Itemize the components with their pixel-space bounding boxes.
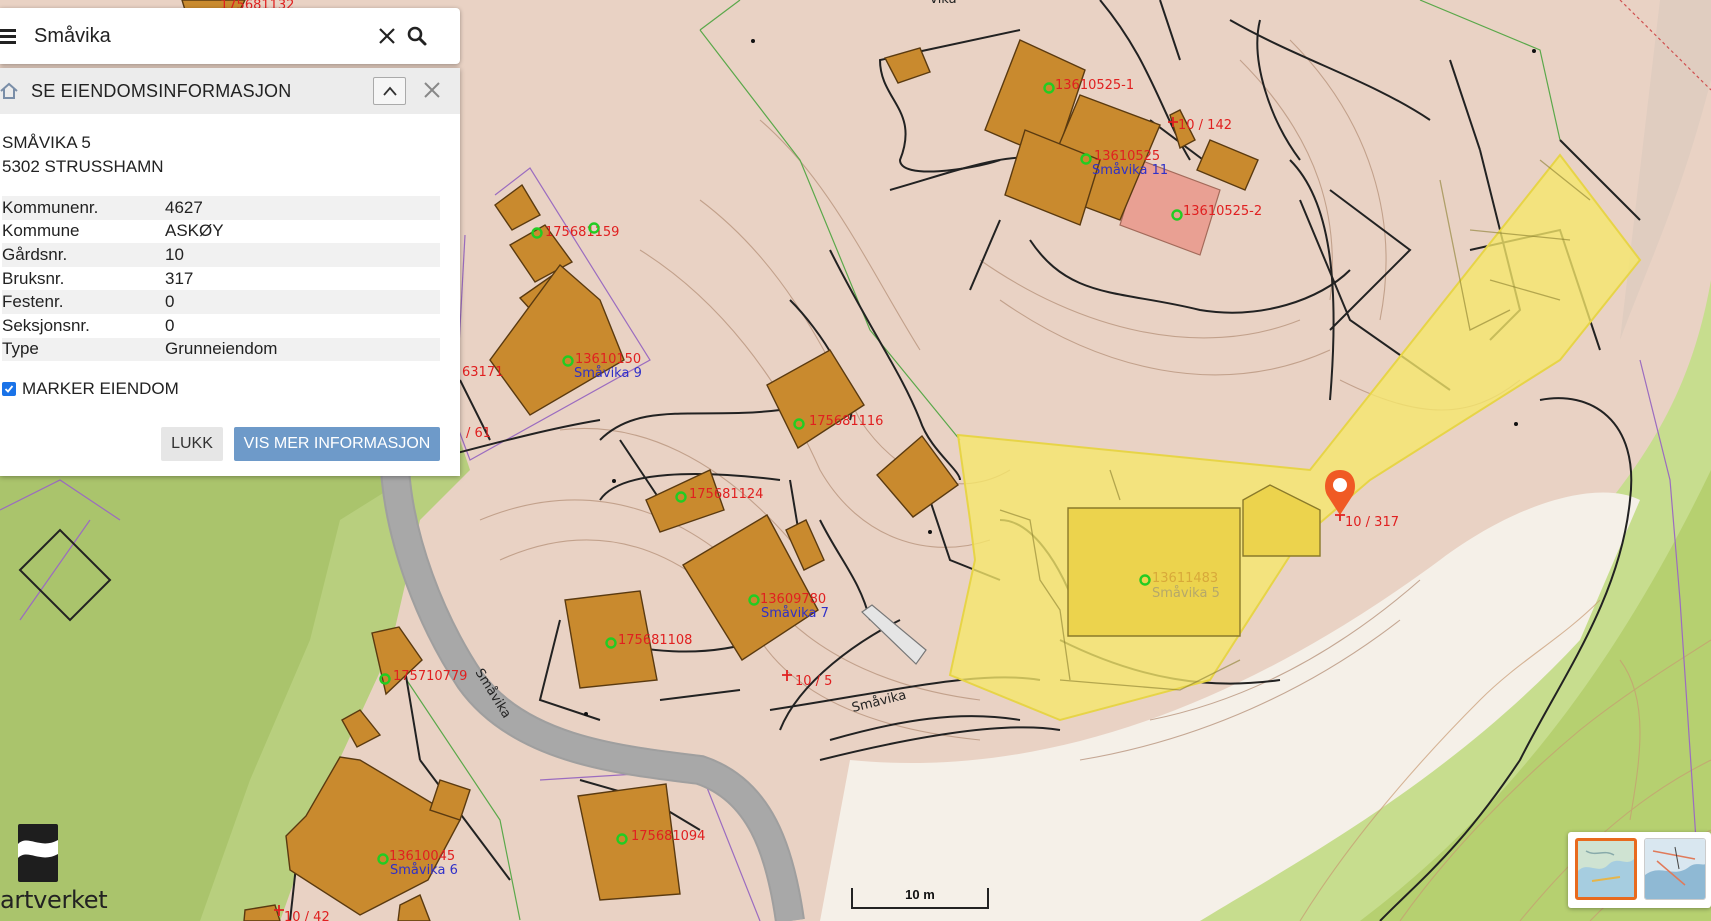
search-icon[interactable]	[402, 21, 432, 51]
map-label: 175681094	[631, 829, 705, 844]
panel-header: SE EIENDOMSINFORMASJON	[0, 68, 460, 114]
property-key: Seksjonsnr.	[2, 315, 90, 335]
map-label: Småvika 11	[1092, 163, 1168, 178]
property-value: 317	[165, 268, 194, 288]
close-button[interactable]: LUKK	[161, 427, 223, 461]
table-row: Festenr. 0	[2, 290, 440, 314]
property-value: 0	[165, 315, 175, 335]
property-value: ASKØY	[165, 221, 224, 241]
chevron-up-icon	[382, 86, 397, 96]
map-label: Småvika 6	[390, 863, 458, 878]
close-icon	[424, 82, 440, 98]
layer-thumb-aerial[interactable]	[1644, 838, 1706, 900]
home-icon	[0, 82, 18, 105]
map-label: 175681116	[809, 414, 883, 429]
map-label: 10 / 5	[795, 674, 832, 689]
address-line-1: SMÅVIKA 5	[2, 133, 91, 152]
search-bar	[0, 8, 460, 64]
property-key: Kommunenr.	[2, 196, 165, 220]
menu-icon[interactable]	[0, 28, 18, 44]
property-key: Gårdsnr.	[2, 243, 165, 267]
property-key: Festenr.	[2, 290, 165, 314]
table-row: Kommune ASKØY	[2, 220, 440, 244]
property-value: 10	[165, 243, 440, 267]
address-line-2: 5302 STRUSSHAMN	[2, 157, 164, 176]
property-table: Kommunenr. 4627 Kommune ASKØY Gårdsnr. 10 B…	[2, 196, 440, 362]
panel-title: SE EIENDOMSINFORMASJON	[31, 80, 292, 101]
map-label: Småvika 7	[761, 606, 829, 621]
layer-switcher	[1568, 832, 1711, 908]
property-info-panel: SE EIENDOMSINFORMASJON SMÅVIKA 5 5302 ST…	[0, 68, 460, 476]
layer-thumb-topo[interactable]	[1575, 838, 1637, 900]
map-label: 13610045	[389, 849, 455, 864]
property-value: 4627	[165, 196, 440, 220]
marker-property-checkbox[interactable]	[2, 382, 16, 396]
collapse-button[interactable]	[373, 77, 406, 105]
map-label: 175681108	[618, 633, 692, 648]
map-label: 175710779	[393, 669, 467, 684]
map-label: 10 / 317	[1345, 515, 1399, 530]
property-key: Kommune	[2, 221, 80, 241]
map-label: 13610150	[575, 352, 641, 367]
map-label: 13610525	[1094, 149, 1160, 164]
table-row: Seksjonsnr. 0	[2, 314, 440, 338]
logo-text: artverket	[0, 886, 108, 914]
road-label: vika	[930, 0, 957, 7]
more-info-button[interactable]: VIS MER INFORMASJON	[234, 427, 440, 461]
map-label: 13609780	[760, 592, 826, 607]
map-label: 63171	[462, 365, 503, 380]
close-panel-button[interactable]	[418, 76, 446, 104]
marker-property-label[interactable]: MARKER EIENDOM	[22, 379, 179, 399]
map-label: Småvika 5	[1152, 586, 1220, 601]
search-input[interactable]	[34, 24, 364, 48]
property-key: Bruksnr.	[2, 268, 65, 288]
map-label: 175681124	[689, 487, 763, 502]
table-row: Gårdsnr. 10	[2, 243, 440, 267]
marker-property-row: MARKER EIENDOM	[2, 379, 179, 399]
map-label: 175681159	[545, 225, 619, 240]
map-label: 10 / 142	[1178, 118, 1232, 133]
map-label: 13610525-2	[1183, 204, 1262, 219]
map-label: 13610525-1	[1055, 78, 1134, 93]
close-icon[interactable]	[372, 21, 402, 51]
map-label: / 61	[466, 426, 491, 441]
property-value: 0	[165, 290, 440, 314]
property-value: Grunneiendom	[165, 337, 440, 362]
property-key: Type	[2, 337, 165, 362]
table-row: Bruksnr. 317	[2, 267, 440, 291]
scale-bar: 10 m	[851, 884, 989, 910]
map-label: 10 / 42	[284, 910, 330, 921]
map-label: Småvika 9	[574, 366, 642, 381]
table-row: Type Grunneiendom	[2, 337, 440, 362]
scale-label: 10 m	[905, 887, 935, 902]
map-label: 13611483	[1152, 571, 1218, 586]
table-row: Kommunenr. 4627	[2, 196, 440, 220]
